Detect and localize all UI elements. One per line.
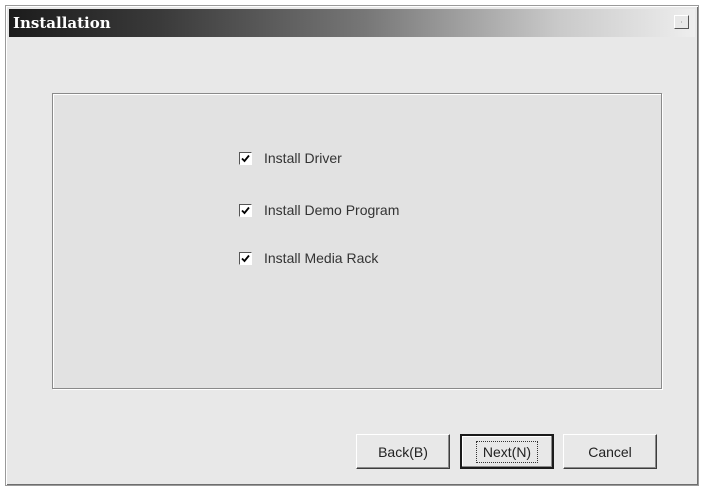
close-icon <box>681 21 682 23</box>
option-install-driver[interactable]: Install Driver <box>239 149 342 167</box>
option-install-demo-program[interactable]: Install Demo Program <box>239 201 399 219</box>
install-media-rack-label: Install Media Rack <box>264 250 379 266</box>
install-demo-program-checkbox[interactable] <box>239 203 252 217</box>
back-button[interactable]: Back(B) <box>356 434 450 469</box>
option-install-media-rack[interactable]: Install Media Rack <box>239 249 378 267</box>
install-options-group: Install Driver Install Demo Program Inst… <box>52 93 662 389</box>
install-media-rack-checkbox[interactable] <box>239 251 252 265</box>
cancel-button[interactable]: Cancel <box>563 434 657 469</box>
install-driver-checkbox[interactable] <box>239 151 252 165</box>
checkmark-icon <box>241 154 250 162</box>
close-button[interactable] <box>674 15 689 29</box>
next-button[interactable]: Next(N) <box>460 434 554 469</box>
window-title: Installation <box>13 14 111 32</box>
install-driver-label: Install Driver <box>264 150 342 166</box>
checkmark-icon <box>241 206 250 214</box>
title-bar[interactable]: Installation <box>9 9 695 37</box>
installation-dialog: Installation Install Driver Install Demo… <box>5 5 699 486</box>
next-button-label: Next(N) <box>475 440 539 463</box>
install-demo-program-label: Install Demo Program <box>264 202 400 218</box>
checkmark-icon <box>241 254 250 262</box>
